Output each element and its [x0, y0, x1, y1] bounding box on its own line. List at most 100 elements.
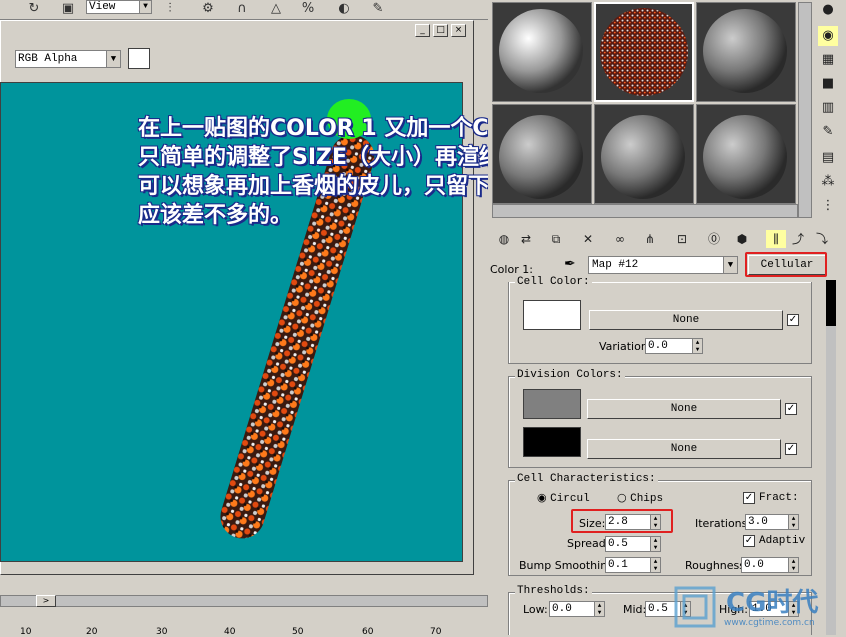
select-by-material-icon[interactable]: ⁂	[818, 172, 838, 192]
spinner-arrows-icon: ▲ ▼	[788, 558, 798, 572]
watermark-brand: CG时代	[726, 588, 819, 618]
map-name-field[interactable]: Map #12 ▼	[588, 256, 738, 274]
spread-label: Spread:	[567, 537, 610, 550]
iterations-spinner[interactable]: 3.0 ▲ ▼	[745, 514, 799, 530]
map-name-value: Map #12	[592, 259, 639, 271]
radio-chips[interactable]: ○ Chips	[617, 491, 663, 505]
assign-material-icon[interactable]: ⧉	[546, 230, 566, 248]
division-color-1-map-button[interactable]: None	[587, 399, 781, 419]
scrollbar-thumb[interactable]	[826, 280, 836, 326]
material-slot[interactable]	[696, 2, 796, 102]
link-icon[interactable]: ⫶	[160, 0, 180, 18]
view-dropdown-value: View	[89, 1, 116, 13]
uv-tiling-icon[interactable]: ■	[818, 74, 838, 94]
time-slider-arrow[interactable]: >	[36, 595, 56, 607]
chevron-down-icon: ▼	[723, 257, 737, 273]
group-title: Cell Characteristics:	[515, 473, 658, 485]
put-to-library-icon[interactable]: ⊡	[672, 230, 692, 248]
options-icon[interactable]: ▤	[818, 148, 838, 168]
division-colors-group: Division Colors: None ✓ None ✓	[508, 369, 812, 468]
bump-smoothing-label: Bump Smoothing:	[519, 559, 618, 572]
spinner-snap-icon[interactable]: ◐	[334, 0, 354, 18]
iterations-label: Iterations:	[695, 517, 752, 530]
material-slot[interactable]	[594, 104, 694, 204]
mid-value: 0.5	[648, 603, 668, 615]
group-title: Division Colors:	[515, 369, 625, 381]
get-material-icon[interactable]: ◍	[494, 230, 514, 248]
tick-label: 60	[362, 627, 374, 637]
iterations-value: 3.0	[748, 516, 768, 528]
time-slider-track[interactable]	[0, 595, 488, 607]
background-icon[interactable]: ▦	[818, 50, 838, 70]
percent-snap-icon[interactable]: %	[298, 0, 318, 18]
material-slot[interactable]	[492, 104, 592, 204]
make-preview-icon[interactable]: ✎	[818, 122, 838, 142]
variation-value: 0.0	[648, 340, 668, 352]
low-value: 0.0	[552, 603, 572, 615]
timeline-ruler: 10 20 30 40 50 60 70	[0, 615, 488, 637]
pick-material-icon[interactable]: ✒	[564, 256, 576, 272]
unique-icon[interactable]: ⋔	[640, 230, 660, 248]
undo-icon[interactable]: ↻	[24, 0, 44, 18]
magnet-icon[interactable]: ∩	[232, 0, 252, 18]
tick-label: 20	[86, 627, 98, 637]
material-navigator-icon[interactable]: ⋮	[818, 196, 838, 216]
spread-spinner[interactable]: 0.5 ▲ ▼	[605, 536, 661, 552]
show-end-result-icon[interactable]: ⫼	[766, 230, 786, 248]
cell-color-swatch[interactable]	[523, 300, 581, 330]
material-slot[interactable]	[492, 2, 592, 102]
mid-label: Mid:	[623, 603, 647, 616]
tick-label: 40	[224, 627, 236, 637]
reset-icon[interactable]: ✕	[578, 230, 598, 248]
close-button[interactable]: ×	[451, 24, 466, 37]
chevron-down-icon: ▼	[139, 1, 151, 13]
material-slot-active[interactable]	[594, 2, 694, 102]
variation-label: Variation:	[599, 340, 652, 353]
view-dropdown[interactable]: View ▼	[86, 0, 152, 14]
material-slot[interactable]	[696, 104, 796, 204]
main-toolbar: ↻ ▣ View ▼ ⫶ ⚙ ∩ △ % ◐ ✎	[0, 0, 488, 20]
backlight-icon[interactable]: ◉	[818, 26, 838, 46]
show-map-icon[interactable]: ⬢	[732, 230, 752, 248]
slot-hscrollbar[interactable]	[492, 204, 798, 218]
slot-scrollbar[interactable]	[798, 2, 812, 218]
division-color-1-swatch[interactable]	[523, 389, 581, 419]
minimize-button[interactable]: _	[415, 24, 430, 37]
put-to-scene-icon[interactable]: ⇄	[516, 230, 536, 248]
adaptive-checkbox[interactable]: ✓	[743, 535, 755, 547]
abc-icon[interactable]: ✎	[368, 0, 388, 18]
snap-icon[interactable]: ⚙	[198, 0, 218, 18]
channel-color-swatch[interactable]	[128, 48, 150, 69]
radio-chips-label: Chips	[630, 493, 664, 505]
division-color-2-checkbox[interactable]: ✓	[785, 443, 797, 455]
maximize-button[interactable]: □	[433, 24, 448, 37]
go-forward-icon[interactable]: ⤵	[812, 230, 832, 248]
division-color-2-swatch[interactable]	[523, 427, 581, 457]
fractal-label: Fract:	[759, 492, 799, 504]
fractal-checkbox[interactable]: ✓	[743, 492, 755, 504]
channel-dropdown[interactable]: RGB Alpha ▼	[15, 50, 121, 68]
division-color-2-map-button[interactable]: None	[587, 439, 781, 459]
spinner-arrows-icon: ▲ ▼	[788, 515, 798, 529]
radio-circular-label: Circul	[550, 493, 590, 505]
material-effects-icon[interactable]: ⓪	[704, 230, 724, 248]
division-color-1-checkbox[interactable]: ✓	[785, 403, 797, 415]
spinner-arrows-icon: ▲ ▼	[650, 558, 660, 572]
bump-smoothing-spinner[interactable]: 0.1 ▲ ▼	[605, 557, 661, 573]
roughness-spinner[interactable]: 0.0 ▲ ▼	[741, 557, 799, 573]
variation-spinner[interactable]: 0.0 ▲ ▼	[645, 338, 703, 354]
cell-color-map-button[interactable]: None	[589, 310, 783, 330]
copy-material-icon[interactable]: ∞	[610, 230, 630, 248]
go-to-parent-icon[interactable]: ⤴	[788, 230, 808, 248]
stop-icon[interactable]: ▣	[58, 0, 78, 18]
cg-watermark: CG时代 www.cgtime.com.cn	[670, 580, 846, 635]
video-color-icon[interactable]: ▥	[818, 98, 838, 118]
material-editor: ● ◉ ▦ ■ ▥ ✎ ▤ ⁂ ⋮ ◍ ⇄ ⧉ ✕ ∞ ⋔ ⊡ ⓪ ⬢ ⫼ ⤴ …	[488, 0, 846, 635]
radio-circular[interactable]: ◉ Circul	[537, 491, 590, 505]
sample-type-icon[interactable]: ●	[818, 0, 838, 20]
angle-snap-icon[interactable]: △	[266, 0, 286, 18]
low-spinner[interactable]: 0.0 ▲ ▼	[549, 601, 605, 617]
cell-characteristics-group: Cell Characteristics: ◉ Circul ○ Chips ✓…	[508, 473, 812, 576]
highlight-box	[745, 252, 827, 277]
cell-color-map-checkbox[interactable]: ✓	[787, 314, 799, 326]
